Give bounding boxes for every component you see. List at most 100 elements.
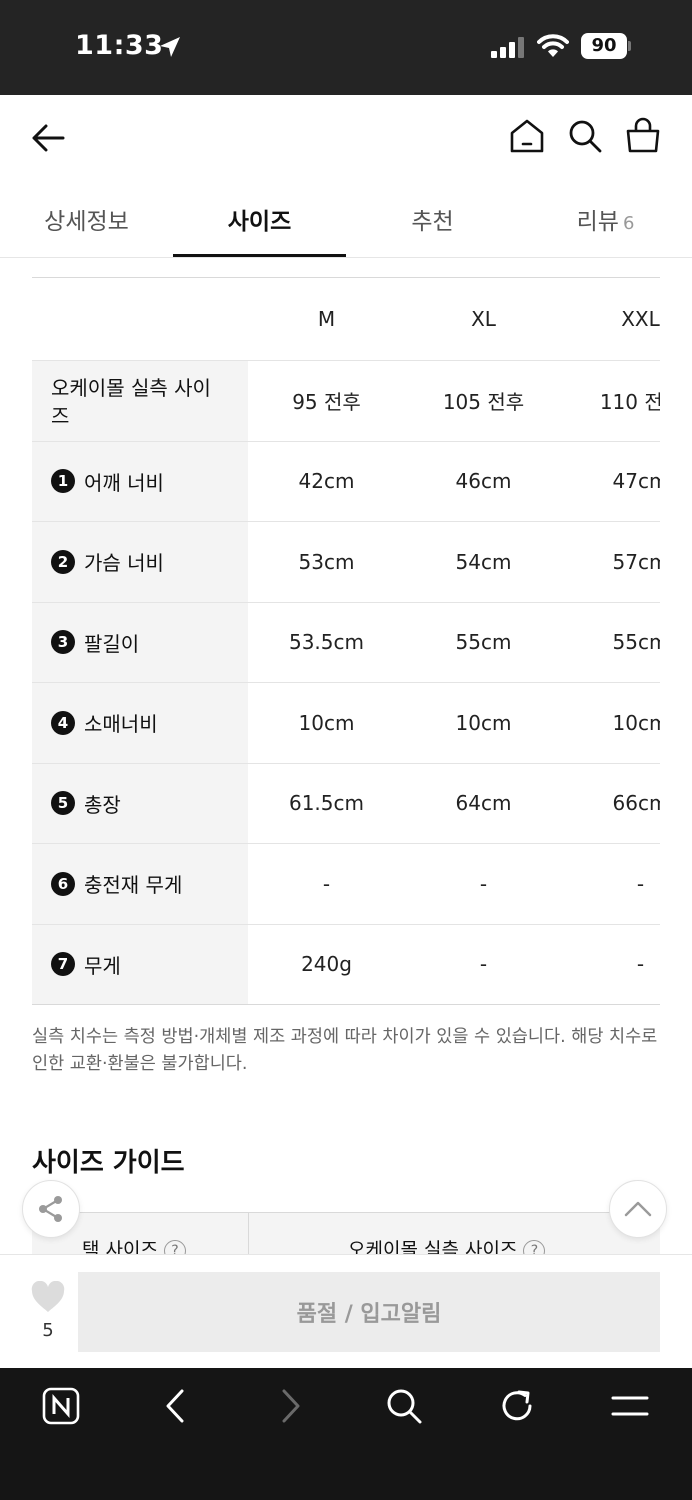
table-cell: 55cm [455, 630, 512, 655]
row-label-cell: 6 충전재 무게 [32, 844, 248, 924]
table-cell: 55cm [612, 630, 660, 655]
table-cell: 110 전후 [599, 390, 660, 415]
browser-search-icon[interactable] [385, 1387, 423, 1425]
table-cell: 53.5cm [288, 630, 364, 655]
row-label-cell: 2 가슴 너비 [32, 522, 248, 602]
number-badge: 5 [51, 791, 75, 816]
size-guide-table: 택 사이즈? 오케이몰 실측 사이즈? [32, 1212, 660, 1256]
table-row: 오케이몰 실측 사이즈 95 전후 105 전후 110 전후 [32, 360, 660, 441]
number-badge: 1 [51, 469, 75, 494]
reload-icon[interactable] [499, 1387, 535, 1425]
table-cell: 42cm [298, 469, 355, 494]
back-arrow-icon[interactable] [30, 120, 66, 156]
column-divider [248, 1213, 249, 1256]
row-label: 충전재 무게 [84, 873, 183, 898]
active-tab-indicator [173, 254, 346, 257]
browser-toolbar [0, 1368, 692, 1500]
table-cell: 10cm [455, 710, 512, 735]
share-button[interactable] [22, 1180, 80, 1238]
tab-recommend[interactable]: 추천 [346, 176, 519, 258]
battery-nub [628, 41, 631, 51]
row-label: 오케이몰 실측 사이즈 [32, 361, 248, 441]
tab-bar: 상세정보 사이즈 추천 리뷰 6 [0, 176, 692, 258]
search-icon[interactable] [567, 118, 603, 154]
row-label: 어깨 너비 [84, 470, 164, 495]
status-time: 11:33 [75, 30, 164, 61]
row-label: 가슴 너비 [84, 551, 164, 576]
battery-indicator: 90 [581, 33, 627, 59]
tab-label: 리뷰 [576, 209, 619, 235]
tab-label: 사이즈 [227, 209, 292, 235]
table-cell: 64cm [455, 791, 512, 816]
row-label-cell: 5 총장 [32, 763, 248, 843]
table-cell: 46cm [455, 469, 512, 494]
number-badge: 4 [51, 710, 75, 735]
row-label: 소매너비 [84, 712, 158, 737]
tab-label: 추천 [411, 209, 454, 235]
review-count: 6 [622, 213, 635, 234]
table-cell: - [636, 952, 645, 977]
table-row: 6 충전재 무게 - - - [32, 843, 660, 924]
cellular-signal-icon [491, 37, 524, 58]
browser-forward-icon[interactable] [276, 1387, 306, 1425]
menu-icon[interactable] [610, 1387, 650, 1425]
shopping-bag-icon[interactable] [624, 116, 662, 154]
measurement-note: 실측 치수는 측정 방법·개체별 제조 과정에 따라 차이가 있을 수 있습니다… [32, 1027, 658, 1074]
table-header-row: M XL XXL [32, 278, 660, 360]
tab-detail-info[interactable]: 상세정보 [0, 176, 173, 258]
table-cell: 66cm [612, 791, 660, 816]
browser-back-icon[interactable] [160, 1387, 190, 1425]
table-row: 1 어깨 너비 42cm 46cm 47cm [32, 440, 660, 521]
naver-n-icon[interactable] [42, 1387, 80, 1425]
table-cell: - [322, 871, 331, 896]
number-badge: 6 [51, 871, 75, 896]
table-cell: 61.5cm [288, 791, 364, 816]
heart-icon[interactable] [30, 1281, 66, 1313]
number-badge: 3 [51, 630, 75, 655]
guide-col-actual-size: 오케이몰 실측 사이즈? [348, 1235, 546, 1256]
row-label: 팔길이 [84, 631, 140, 656]
table-cell: 10cm [612, 710, 660, 735]
size-header: XL [471, 307, 496, 331]
size-header: XXL [621, 307, 660, 331]
row-label-cell: 7 무게 [32, 924, 248, 1004]
like-count: 5 [42, 1320, 54, 1341]
table-cell: - [636, 871, 645, 896]
table-cell: 54cm [455, 549, 512, 574]
wifi-icon [537, 34, 569, 57]
table-row: 4 소매너비 10cm 10cm 10cm [32, 682, 660, 763]
table-cell: 10cm [298, 710, 355, 735]
table-row: 5 총장 61.5cm 64cm 66cm [32, 762, 660, 843]
row-label-cell: 1 어깨 너비 [32, 441, 248, 521]
number-badge: 7 [51, 952, 75, 977]
table-row: 2 가슴 너비 53cm 54cm 57cm [32, 521, 660, 602]
table-cell: - [479, 952, 488, 977]
tab-label: 상세정보 [44, 209, 129, 235]
size-table[interactable]: M XL XXL 오케이몰 실측 사이즈 95 전후 105 전후 110 전후… [32, 277, 660, 1005]
status-bar: 11:33 90 [0, 0, 692, 95]
table-cell: - [479, 871, 488, 896]
row-label: 무게 [84, 953, 121, 978]
table-cell: 240g [301, 952, 352, 977]
chevron-up-icon [624, 1201, 652, 1217]
header-label-cell [32, 278, 248, 360]
home-icon[interactable] [509, 118, 545, 154]
row-label-cell: 4 소매너비 [32, 683, 248, 763]
size-guide-title: 사이즈 가이드 [32, 1148, 185, 1178]
table-row: 3 팔길이 53.5cm 55cm 55cm [32, 601, 660, 682]
table-cell: 95 전후 [292, 390, 361, 415]
tab-review[interactable]: 리뷰 6 [519, 176, 692, 258]
share-icon [39, 1196, 62, 1222]
table-cell: 47cm [612, 469, 660, 494]
guide-col-tag-size: 택 사이즈? [82, 1235, 186, 1256]
table-cell: 105 전후 [442, 390, 525, 415]
location-arrow-icon [160, 37, 180, 57]
table-cell: 57cm [612, 549, 660, 574]
soldout-restock-alert-button[interactable]: 품절 / 입고알림 [78, 1272, 660, 1352]
row-label: 총장 [84, 792, 121, 817]
row-label-cell: 3 팔길이 [32, 602, 248, 682]
size-header: M [317, 307, 336, 331]
scroll-to-top-button[interactable] [609, 1180, 667, 1238]
tab-size[interactable]: 사이즈 [173, 176, 346, 258]
table-row: 7 무게 240g - - [32, 923, 660, 1004]
